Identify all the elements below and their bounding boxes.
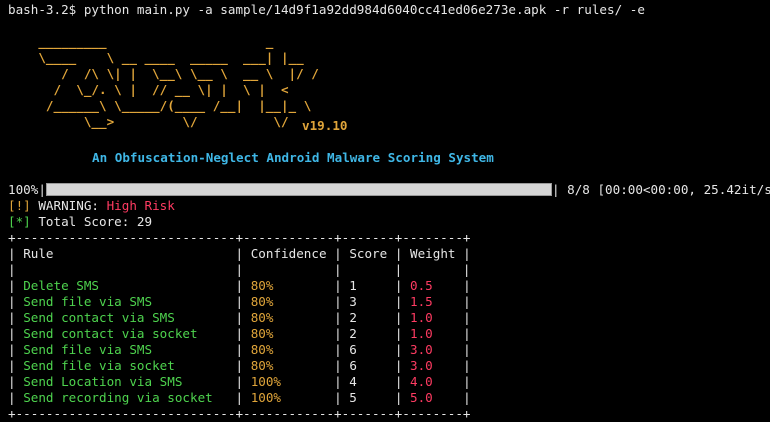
- weight-cell: 4.0: [410, 374, 433, 389]
- header-score: Score: [342, 246, 395, 261]
- progress-separator: |: [551, 182, 560, 197]
- weight-cell: 5.0: [410, 390, 433, 405]
- rule-cell: Delete SMS: [23, 278, 100, 293]
- header-rule-text: Rule: [23, 246, 54, 261]
- rule-cell: Send Location via SMS: [23, 374, 183, 389]
- command-text: python main.py -a sample/14d9f1a92dd984d…: [83, 2, 645, 17]
- weight-cell: 3.0: [410, 358, 433, 373]
- confidence-cell: 80%: [250, 342, 274, 357]
- risk-level: High Risk: [106, 198, 175, 213]
- rule-cell: Send file via SMS: [23, 342, 153, 357]
- weight-cell: 1.0: [410, 326, 433, 341]
- confidence-cell: 80%: [250, 278, 274, 293]
- table-row: | Send recording via socket | 100% | 5 |…: [8, 390, 471, 405]
- table-border-mid: | | | | |: [8, 262, 471, 277]
- score-cell: 1: [349, 278, 357, 293]
- ascii-line: / /\ \| | \__\ \__ \ __ \ |/ /: [8, 66, 319, 81]
- ascii-line: / \_/. \ | // __ \| | \ | <: [8, 82, 289, 97]
- header-score-text: Score: [349, 246, 388, 261]
- warning-label: WARNING:: [30, 198, 107, 213]
- table-border-bottom: +-----------------------------+---------…: [8, 406, 471, 421]
- header-confidence-text: Confidence: [250, 246, 327, 261]
- score-cell: 3: [349, 294, 357, 309]
- ascii-line: \____ \ __ ____ _____ ___| |__: [8, 50, 304, 65]
- confidence-cell: 80%: [250, 294, 274, 309]
- table-row: | Send file via SMS | 80% | 6 | 3.0 |: [8, 342, 471, 357]
- confidence-cell: 100%: [250, 390, 282, 405]
- table-row: | Send contact via SMS | 80% | 2 | 1.0 |: [8, 310, 471, 325]
- tagline: An Obfuscation-Neglect Android Malware S…: [92, 150, 494, 165]
- table-row: | Send file via socket | 80% | 6 | 3.0 |: [8, 358, 471, 373]
- score-cell: 2: [349, 326, 357, 341]
- rule-cell: Send contact via SMS: [23, 310, 175, 325]
- score-cell: 4: [349, 374, 357, 389]
- progress-line: 100%| | 8/8 [00:00<00:00, 25.42it/s]: [8, 181, 770, 197]
- weight-cell: 1.0: [410, 310, 433, 325]
- shell-prompt: bash-3.2$: [8, 2, 84, 17]
- progress-stats: 8/8 [00:00<00:00, 25.42it/s]: [559, 182, 770, 197]
- table-border-top: +-----------------------------+---------…: [8, 230, 471, 245]
- table-row: | Send Location via SMS | 100% | 4 | 4.0…: [8, 374, 471, 389]
- rule-cell: Send file via SMS: [23, 294, 153, 309]
- total-label: Total Score:: [30, 214, 137, 229]
- progress-percent: 100%: [8, 182, 39, 197]
- terminal-window: bash-3.2$ python main.py -a sample/14d9f…: [0, 0, 770, 422]
- warning-line: [!] WARNING: High Risk: [8, 198, 175, 214]
- warning-tag: [!]: [8, 198, 31, 213]
- ascii-line: /______\ \_____/(____ /__| |__|_ \: [8, 98, 312, 113]
- total-score-line: [*] Total Score: 29: [8, 214, 152, 230]
- confidence-cell: 100%: [250, 374, 282, 389]
- score-cell: 5: [349, 390, 357, 405]
- rule-cell: Send recording via socket: [23, 390, 213, 405]
- table-row: | Send file via SMS | 80% | 3 | 1.5 |: [8, 294, 471, 309]
- progress-bar-fill: [46, 184, 551, 195]
- rule-cell: Send file via socket: [23, 358, 175, 373]
- table-row: | Delete SMS | 80% | 1 | 0.5 |: [8, 278, 471, 293]
- header-rule: Rule: [16, 246, 236, 261]
- version-label: v19.10: [302, 118, 348, 133]
- command-line: bash-3.2$ python main.py -a sample/14d9f…: [8, 2, 645, 18]
- weight-cell: 0.5: [410, 278, 433, 293]
- total-score-value: 29: [136, 214, 153, 229]
- header-weight: Weight: [402, 246, 463, 261]
- table-header-row: | Rule | Confidence | Score | Weight |: [8, 246, 471, 261]
- score-cell: 6: [349, 358, 357, 373]
- rule-cell: Send contact via socket: [23, 326, 198, 341]
- score-cell: 6: [349, 342, 357, 357]
- score-cell: 2: [349, 310, 357, 325]
- weight-cell: 3.0: [410, 342, 433, 357]
- confidence-cell: 80%: [250, 310, 274, 325]
- ascii-line: \__> \/ \/: [8, 114, 289, 129]
- ascii-line: _________ _: [8, 34, 274, 49]
- total-tag: [*]: [8, 214, 31, 229]
- header-confidence: Confidence: [243, 246, 334, 261]
- table-row: | Send contact via socket | 80% | 2 | 1.…: [8, 326, 471, 341]
- confidence-cell: 80%: [250, 358, 274, 373]
- header-weight-text: Weight: [410, 246, 456, 261]
- weight-cell: 1.5: [410, 294, 433, 309]
- confidence-cell: 80%: [250, 326, 274, 341]
- progress-bar: [45, 183, 552, 196]
